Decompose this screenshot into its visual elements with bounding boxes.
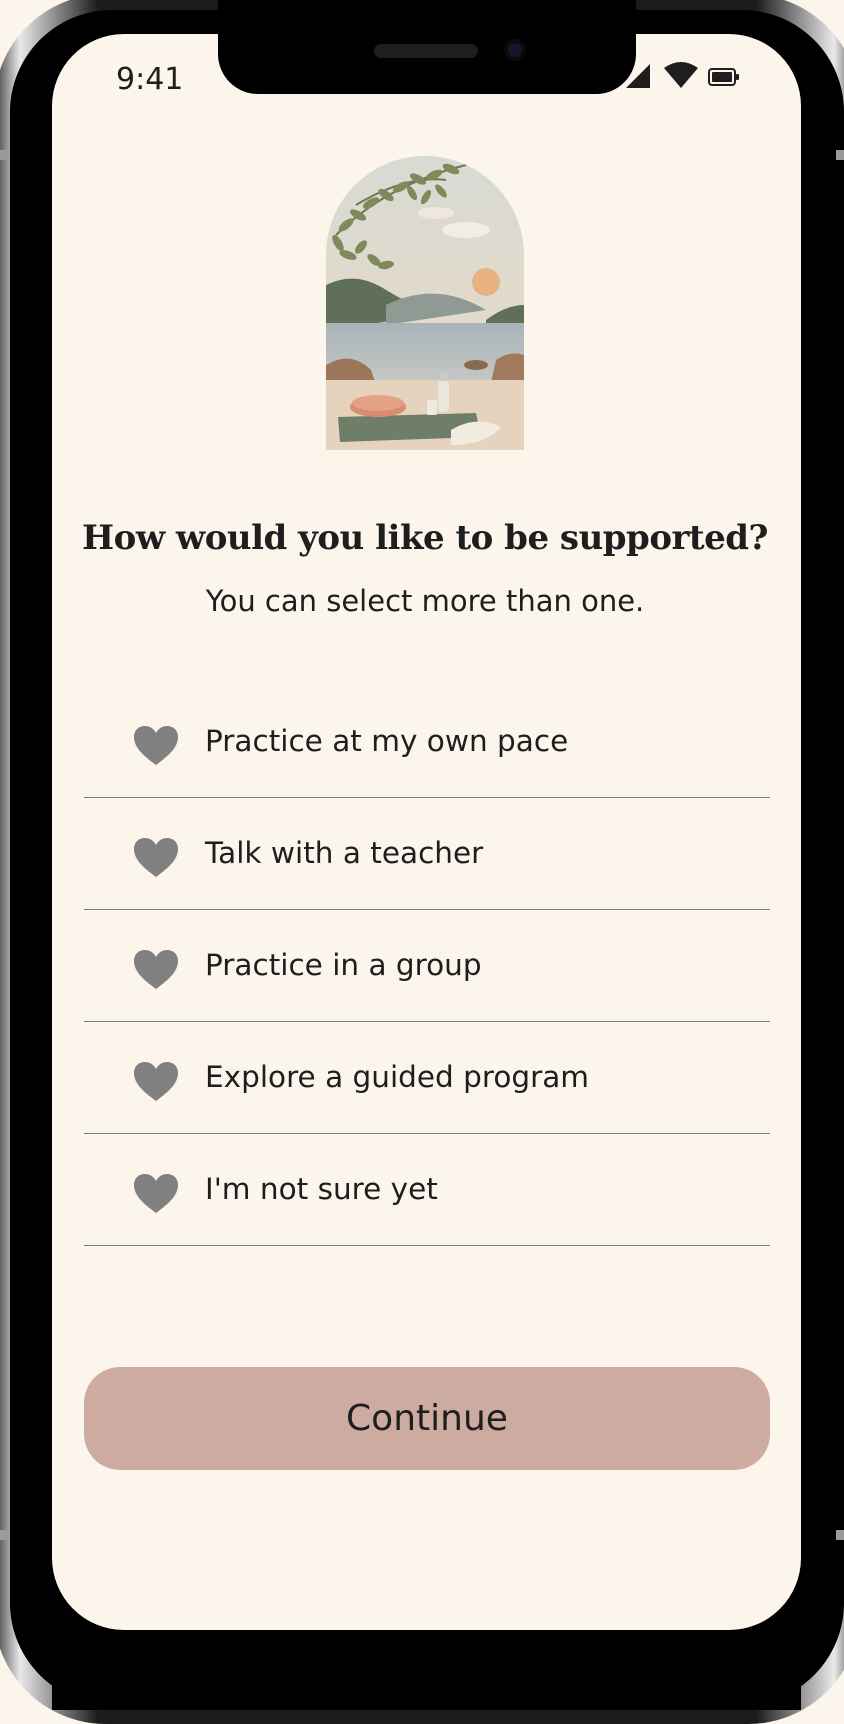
status-icons — [620, 58, 740, 90]
option-not-sure[interactable]: I'm not sure yet — [84, 1134, 770, 1246]
side-button-right-lower — [836, 1530, 844, 1540]
option-label: Talk with a teacher — [205, 836, 484, 870]
option-label: Practice at my own pace — [205, 724, 569, 758]
page-subtitle: You can select more than one. — [205, 584, 645, 618]
side-button-left-lower — [0, 1530, 8, 1540]
option-guided-program[interactable]: Explore a guided program — [84, 1022, 770, 1134]
side-button-right — [836, 150, 844, 160]
cellular-signal-icon — [626, 64, 650, 88]
support-options-list: Practice at my own pace Talk with a teac… — [84, 686, 770, 1246]
bottom-bezel — [52, 1630, 801, 1710]
option-label: Explore a guided program — [205, 1060, 590, 1094]
heart-icon — [134, 950, 178, 989]
heart-icon — [134, 838, 178, 877]
heart-icon — [134, 726, 178, 765]
status-time: 9:41 — [116, 62, 184, 97]
lakeside-meditation-illustration — [326, 156, 524, 450]
option-group[interactable]: Practice in a group — [84, 910, 770, 1022]
wifi-icon — [664, 62, 698, 88]
option-label: Practice in a group — [205, 948, 482, 982]
option-own-pace[interactable]: Practice at my own pace — [84, 686, 770, 798]
side-button-left — [0, 150, 8, 160]
front-camera — [504, 39, 526, 61]
heart-icon — [134, 1174, 178, 1213]
continue-button[interactable]: Continue — [84, 1367, 770, 1470]
speaker-grille — [374, 44, 478, 58]
option-label: I'm not sure yet — [205, 1172, 438, 1206]
battery-icon — [708, 68, 739, 86]
heart-icon — [134, 1062, 178, 1101]
option-teacher[interactable]: Talk with a teacher — [84, 798, 770, 910]
page-title: How would you like to be supported? — [82, 518, 768, 558]
